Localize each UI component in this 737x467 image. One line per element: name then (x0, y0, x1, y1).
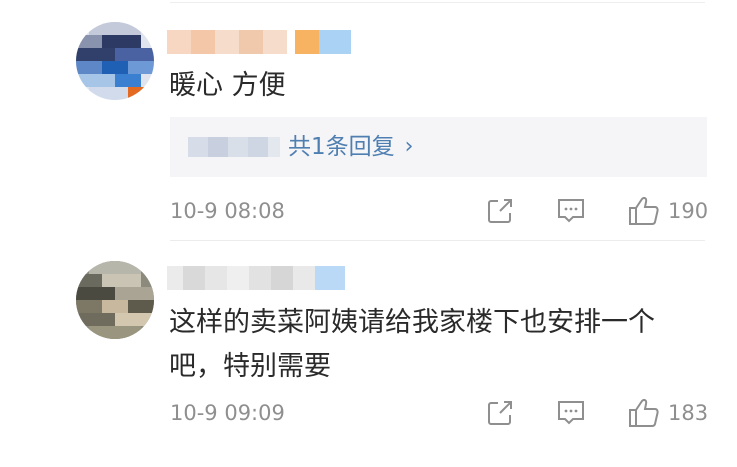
comment-button[interactable] (556, 196, 586, 226)
timestamp: 10-9 09:09 (170, 401, 285, 425)
like-count: 183 (668, 401, 709, 425)
comment-icon (558, 199, 584, 223)
share-icon (488, 199, 512, 223)
username[interactable] (167, 266, 345, 290)
comment-button[interactable] (556, 398, 586, 428)
replies-count-label: 共1条回复 (288, 134, 395, 160)
like-button[interactable]: 183 (628, 398, 708, 428)
comment-item: 暖心 方便 共1条回复 › 10-9 08:08 190 (0, 0, 737, 243)
share-icon (488, 401, 512, 425)
chevron-right-icon: › (404, 134, 414, 159)
comment-meta: 10-9 08:08 190 (170, 196, 708, 226)
comment-text: 暖心 方便 (169, 70, 286, 101)
username[interactable] (167, 30, 351, 54)
like-count: 190 (668, 199, 709, 223)
comment-item: 这样的卖菜阿姨请给我家楼下也安排一个吧，特别需要 10-9 09:09 183 (0, 243, 737, 467)
reply-author-blurred (188, 137, 280, 157)
comment-divider (170, 240, 705, 241)
comment-icon (558, 401, 584, 425)
thumbs-up-icon (629, 197, 659, 225)
like-button[interactable]: 190 (628, 196, 708, 226)
avatar[interactable] (76, 261, 154, 339)
share-button[interactable] (486, 196, 514, 226)
thumbs-up-icon (629, 399, 659, 427)
comment-meta: 10-9 09:09 183 (170, 398, 708, 428)
share-button[interactable] (486, 398, 514, 428)
timestamp: 10-9 08:08 (170, 199, 285, 223)
view-replies-link[interactable]: 共1条回复 › (288, 127, 413, 167)
replies-preview[interactable]: 共1条回复 › (170, 117, 707, 177)
avatar[interactable] (76, 22, 154, 100)
comment-text: 这样的卖菜阿姨请给我家楼下也安排一个吧，特别需要 (169, 307, 655, 382)
